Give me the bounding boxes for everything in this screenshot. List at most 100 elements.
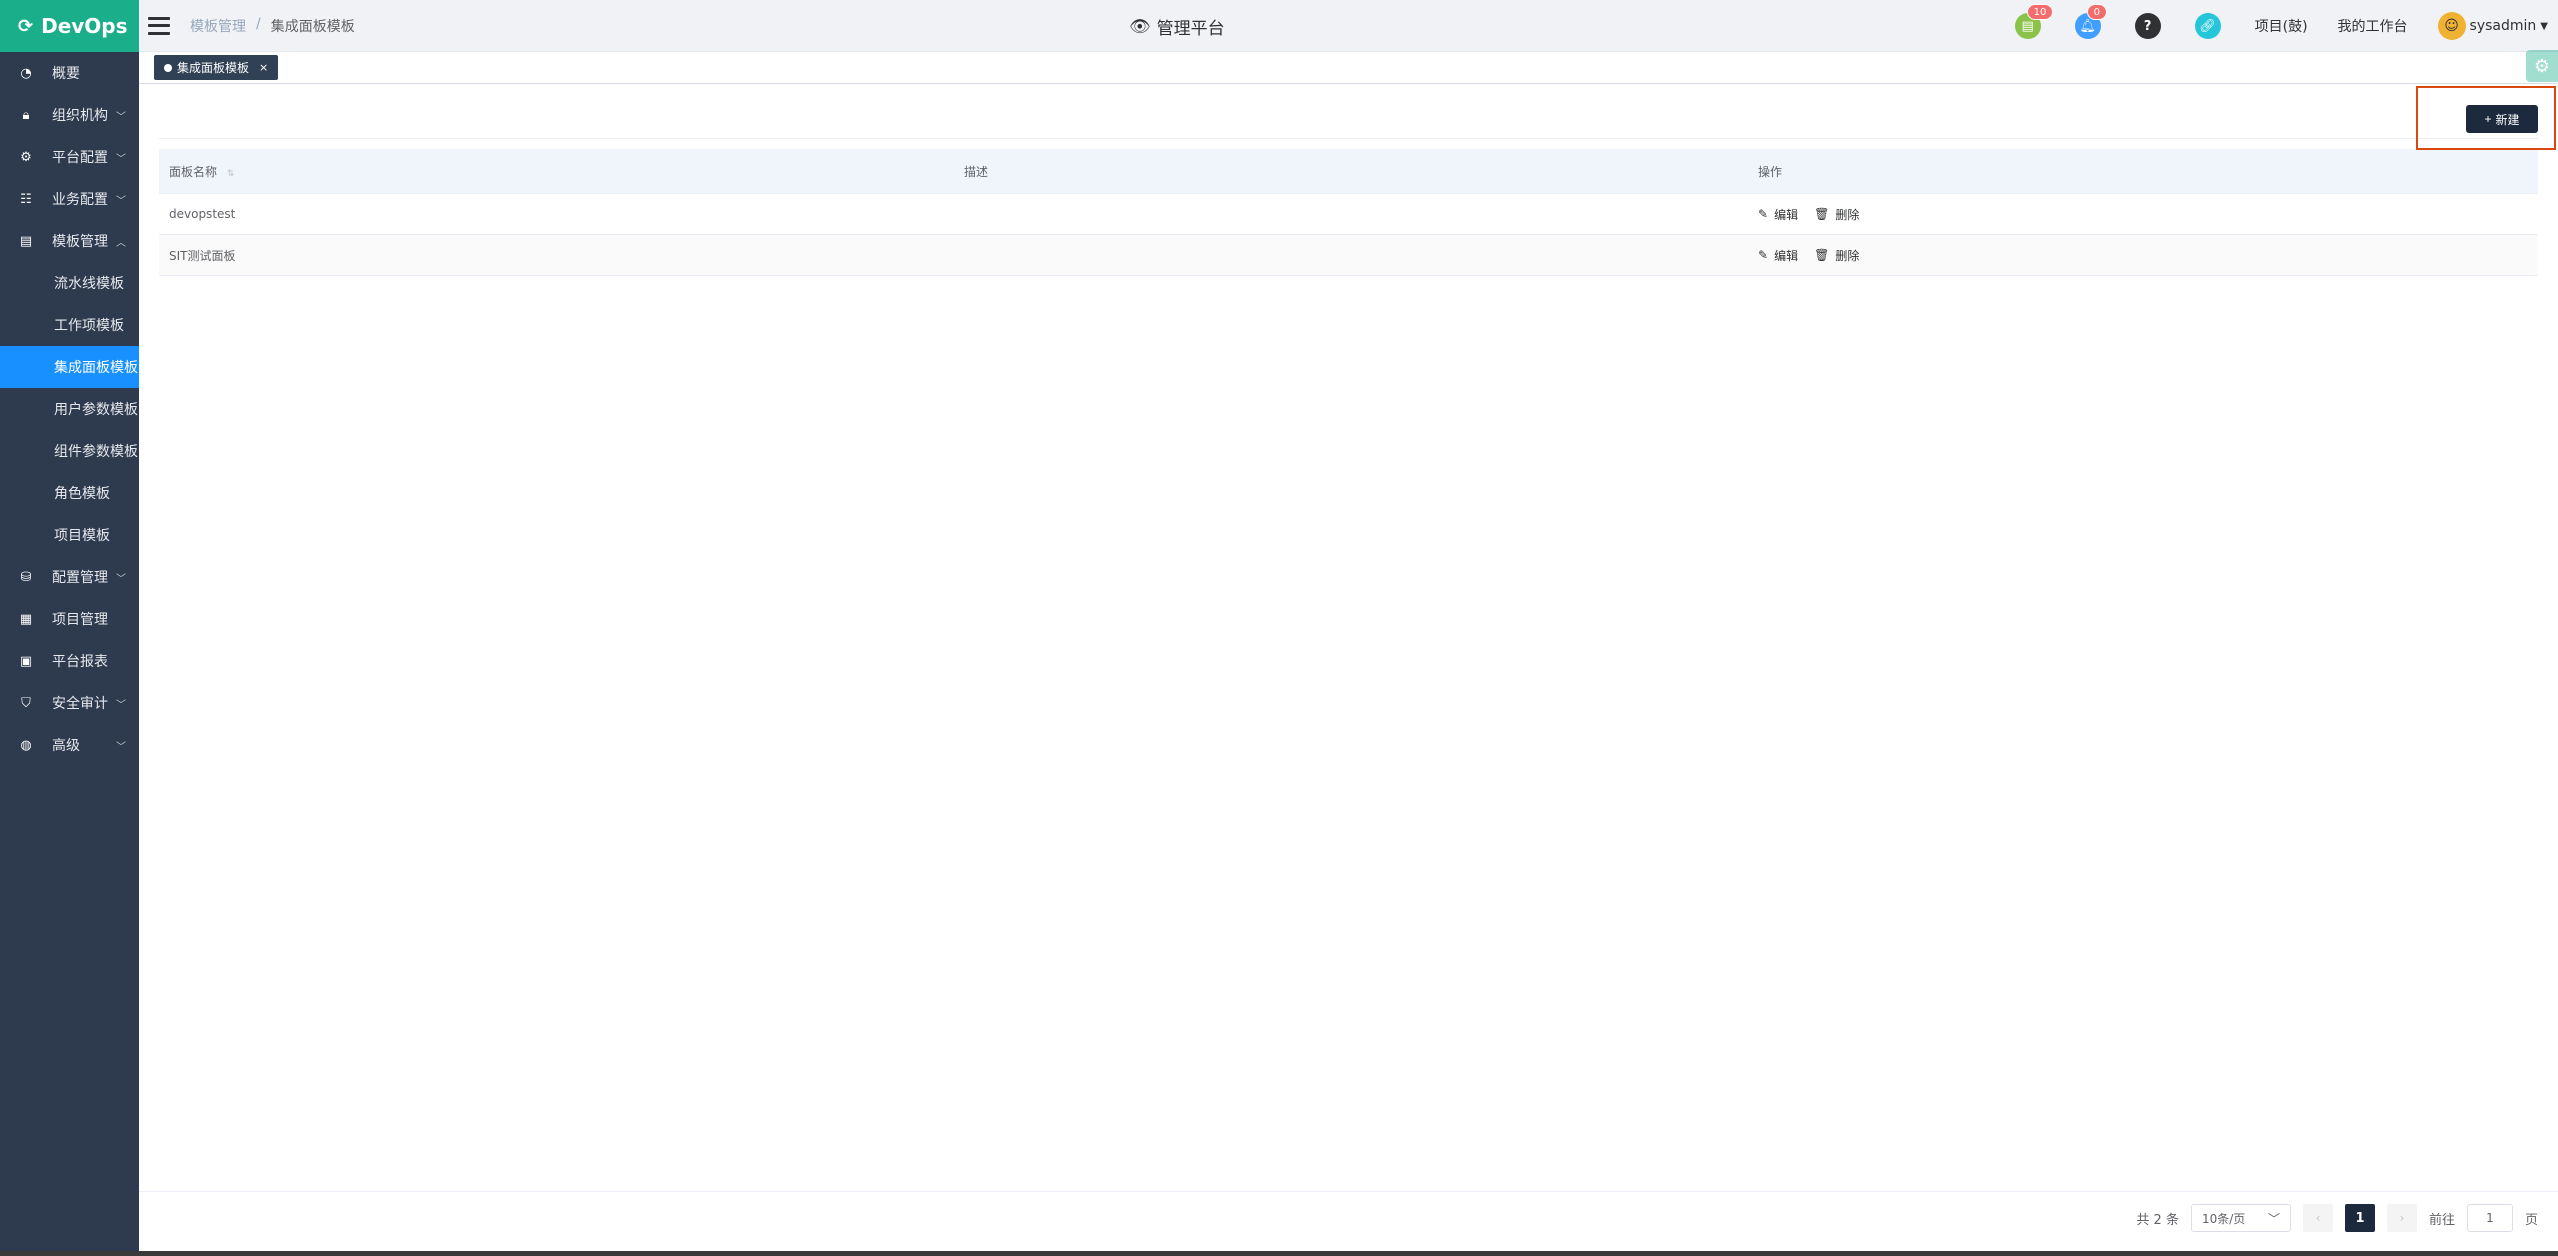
cell-actions: ✎ 编辑 🗑︎ 删除 <box>1748 206 2538 223</box>
breadcrumb-separator: / <box>256 15 261 32</box>
todo-icon[interactable]: ▤ 10 <box>2014 4 2054 39</box>
sidebar-item-pipeline-template[interactable]: 流水线模板 <box>0 262 139 304</box>
workbench-link[interactable]: 我的工作台 <box>2338 16 2408 36</box>
breadcrumb-item-template-management[interactable]: 模板管理 <box>190 16 246 36</box>
sidebar-item-label: 模板管理 <box>52 234 108 250</box>
next-page-button[interactable]: › <box>2386 1204 2417 1232</box>
gear-icon: ⚙ <box>20 149 32 165</box>
breadcrumb: 模板管理 / 集成面板模板 <box>190 16 355 36</box>
settings-float-icon[interactable]: ⚙ <box>2526 50 2558 82</box>
brand-name: DevOps <box>41 14 128 38</box>
column-header-label: 面板名称 <box>169 164 218 179</box>
project-link[interactable]: 项目(鼓) <box>2255 16 2308 36</box>
column-header-description: 描述 <box>964 164 989 179</box>
sidebar-item-platform-config[interactable]: ⚙ 平台配置 ﹀ <box>0 136 139 178</box>
page-size-select[interactable]: 10条/页 ﹀ <box>2190 1204 2291 1232</box>
hamburger-menu-icon[interactable] <box>148 16 170 35</box>
sidebar-item-project-template[interactable]: 项目模板 <box>0 514 139 556</box>
delete-button[interactable]: 🗑︎ 删除 <box>1814 206 1859 223</box>
pagination-bar: 共 2 条 10条/页 ﹀ ‹ 1 › 前往 1 页 <box>139 1191 2558 1251</box>
cell-name: SIT测试面板 <box>169 248 236 263</box>
platform-title-text: 管理平台 <box>1156 19 1225 39</box>
sidebar-item-label: 集成面板模板 <box>54 360 138 376</box>
column-header-label: 操作 <box>1758 164 1783 179</box>
delete-label: 删除 <box>1835 248 1860 263</box>
highlight-box <box>2416 86 2556 150</box>
table-row: devopstest ✎ 编辑 🗑︎ 删除 <box>159 194 2538 235</box>
chevron-down-icon: ﹀ <box>116 699 126 711</box>
chevron-down-icon: ﹀ <box>116 573 126 585</box>
breadcrumb-item-current: 集成面板模板 <box>270 18 355 35</box>
trash-icon: 🗑︎ <box>1814 207 1830 221</box>
link-icon[interactable]: 🔗︎ <box>2194 13 2221 39</box>
platform-title: 👁︎ 管理平台 <box>1129 14 1225 40</box>
total-count: 共 2 条 <box>2136 1212 2179 1228</box>
sidebar-item-label: 流水线模板 <box>54 276 124 292</box>
user-menu[interactable]: ☺ sysadmin ▼ <box>2437 12 2548 40</box>
sidebar-item-project-management[interactable]: ▦ 项目管理 <box>0 598 139 640</box>
active-dot-icon <box>164 63 172 72</box>
bell-icon[interactable]: 🔔︎ 0 <box>2074 4 2107 39</box>
edit-label: 编辑 <box>1774 248 1799 263</box>
devops-logo-icon: ⟳ <box>18 15 34 37</box>
sidebar-item-template-management[interactable]: ▤ 模板管理 ︿ <box>0 220 139 262</box>
edit-button[interactable]: ✎ 编辑 <box>1758 206 1798 223</box>
sidebar-item-organization[interactable]: 🔒︎ 组织机构 ﹀ <box>0 94 139 136</box>
sidebar-item-business-config[interactable]: ☷ 业务配置 ﹀ <box>0 178 139 220</box>
todo-badge: 10 <box>2026 4 2054 20</box>
delete-label: 删除 <box>1835 207 1860 222</box>
sidebar-item-overview[interactable]: ◔ 概要 <box>0 52 139 94</box>
sidebar-item-label: 业务配置 <box>52 192 108 208</box>
report-icon: ▣ <box>19 653 33 669</box>
delete-button[interactable]: 🗑︎ 删除 <box>1814 247 1859 264</box>
toolbar: + 新建 <box>159 84 2538 139</box>
sidebar-item-advanced[interactable]: ◍ 高级 ﹀ <box>0 724 139 766</box>
chevron-down-icon: ﹀ <box>116 195 126 207</box>
sidebar-item-label: 组织机构 <box>52 108 108 124</box>
page-suffix: 页 <box>2524 1212 2538 1228</box>
page-number-current[interactable]: 1 <box>2344 1204 2375 1232</box>
close-icon[interactable]: × <box>259 61 268 74</box>
sort-icon[interactable]: ⇅ <box>227 169 235 179</box>
prev-page-button[interactable]: ‹ <box>2302 1204 2333 1232</box>
sidebar-item-config-management[interactable]: ⛁ 配置管理 ﹀ <box>0 556 139 598</box>
page-size-value: 10条/页 <box>2201 1211 2246 1226</box>
chevron-down-icon: ﹀ <box>2267 1211 2280 1226</box>
brand-logo[interactable]: ⟳ DevOps <box>0 0 139 52</box>
sidebar-item-component-param-template[interactable]: 组件参数模板 <box>0 430 139 472</box>
main-area: 模板管理 / 集成面板模板 👁︎ 管理平台 ▤ 10 🔔︎ 0 ? 🔗︎ 项目(… <box>139 0 2558 1256</box>
help-icon[interactable]: ? <box>2134 13 2161 39</box>
caret-down-icon: ▼ <box>2540 20 2548 32</box>
goto-page-input[interactable]: 1 <box>2466 1204 2513 1232</box>
chevron-down-icon: ﹀ <box>116 741 126 753</box>
sidebar-item-label: 工作项模板 <box>54 318 124 334</box>
cell-actions: ✎ 编辑 🗑︎ 删除 <box>1748 247 2538 264</box>
edit-button[interactable]: ✎ 编辑 <box>1758 247 1798 264</box>
sidebar-item-user-param-template[interactable]: 用户参数模板 <box>0 388 139 430</box>
shield-icon: ⛉ <box>21 695 31 711</box>
tag-integration-panel-template[interactable]: 集成面板模板 × <box>154 55 279 80</box>
column-header-actions: 操作 <box>1748 163 2538 180</box>
sidebar-item-security-audit[interactable]: ⛉ 安全审计 ﹀ <box>0 682 139 724</box>
top-header: 模板管理 / 集成面板模板 👁︎ 管理平台 ▤ 10 🔔︎ 0 ? 🔗︎ 项目(… <box>139 0 2558 52</box>
sidebar-item-label: 用户参数模板 <box>54 402 138 418</box>
goto-label: 前往 <box>2428 1212 2455 1228</box>
eye-icon: 👁︎ <box>1129 16 1151 37</box>
edit-label: 编辑 <box>1774 207 1799 222</box>
sidebar-item-workitem-template[interactable]: 工作项模板 <box>0 304 139 346</box>
palette-icon: ◍ <box>20 737 32 753</box>
header-actions: ▤ 10 🔔︎ 0 ? 🔗︎ 项目(鼓) 我的工作台 ☺ sysadmin ▼ <box>2014 0 2558 52</box>
chevron-down-icon: ﹀ <box>116 111 126 123</box>
sidebar-item-label: 平台配置 <box>52 150 108 166</box>
panel-template-table: 面板名称 ⇅ 描述 操作 devopstest ✎ 编辑 🗑︎ 删除 SIT测试… <box>159 149 2538 276</box>
sidebar-item-platform-report[interactable]: ▣ 平台报表 <box>0 640 139 682</box>
sidebar-item-integration-panel-template[interactable]: 集成面板模板 <box>0 346 139 388</box>
chevron-down-icon: ﹀ <box>116 153 126 165</box>
sidebar-item-role-template[interactable]: 角色模板 <box>0 472 139 514</box>
trash-icon: 🗑︎ <box>1814 248 1830 262</box>
sidebar-item-label: 角色模板 <box>54 486 110 502</box>
dashboard-icon: ◔ <box>20 65 32 81</box>
column-header-name[interactable]: 面板名称 ⇅ <box>159 163 954 180</box>
sidebar-item-label: 项目模板 <box>54 528 110 544</box>
sidebar-item-label: 平台报表 <box>52 654 108 670</box>
